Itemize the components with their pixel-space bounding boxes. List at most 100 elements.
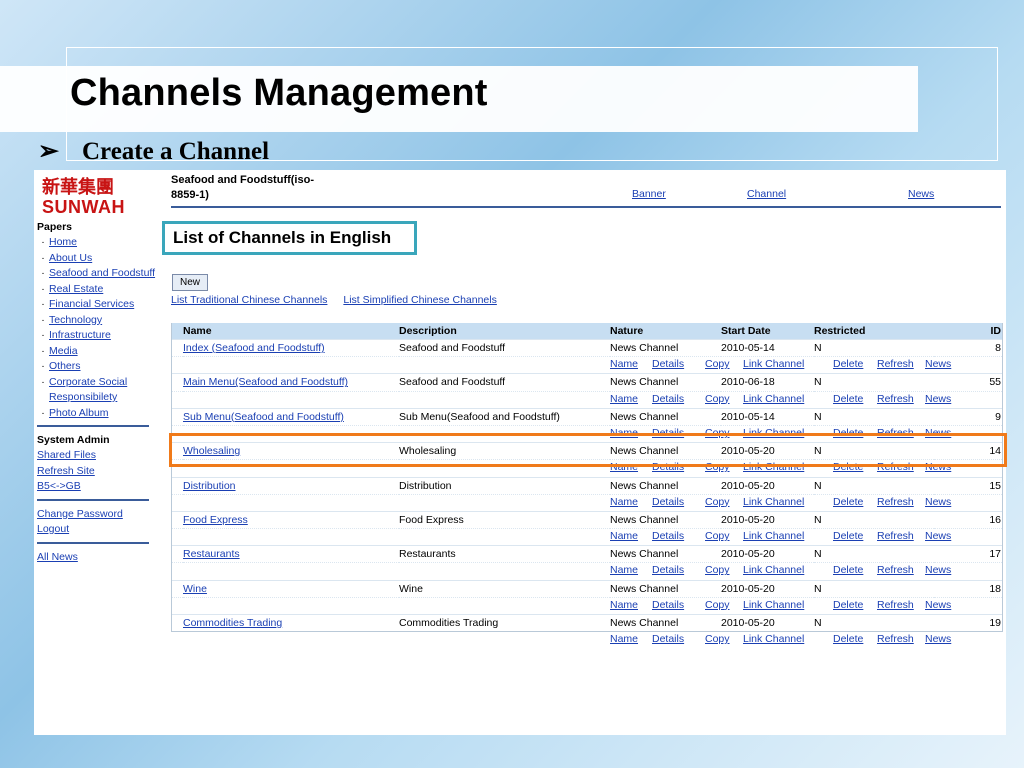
action-name-link[interactable]: Name xyxy=(610,496,638,508)
new-channel-button[interactable]: New xyxy=(172,274,208,291)
channel-name-link[interactable]: Sub Menu(Seafood and Foodstuff) xyxy=(183,411,344,423)
action-link-channel-link[interactable]: Link Channel xyxy=(743,599,804,611)
action-refresh-link[interactable]: Refresh xyxy=(877,461,914,473)
admin-link[interactable]: B5<->GB xyxy=(37,480,81,492)
action-link-channel-link[interactable]: Link Channel xyxy=(743,496,804,508)
channel-name-link[interactable]: Distribution xyxy=(183,480,236,492)
action-news-link[interactable]: News xyxy=(925,393,951,405)
action-details-link[interactable]: Details xyxy=(652,393,684,405)
action-name-link[interactable]: Name xyxy=(610,461,638,473)
action-news-link[interactable]: News xyxy=(925,427,951,439)
sidebar-link[interactable]: Real Estate xyxy=(49,283,103,295)
action-copy-link[interactable]: Copy xyxy=(705,564,730,576)
account-link[interactable]: Change Password xyxy=(37,508,123,520)
action-delete-link[interactable]: Delete xyxy=(833,393,863,405)
account-link[interactable]: Logout xyxy=(37,523,69,535)
action-details-link[interactable]: Details xyxy=(652,427,684,439)
action-delete-link[interactable]: Delete xyxy=(833,564,863,576)
all-news-link[interactable]: All News xyxy=(37,551,78,563)
action-refresh-link[interactable]: Refresh xyxy=(877,530,914,542)
list-traditional-chinese-link[interactable]: List Traditional Chinese Channels xyxy=(171,294,327,306)
action-delete-link[interactable]: Delete xyxy=(833,530,863,542)
action-name-link[interactable]: Name xyxy=(610,530,638,542)
admin-link[interactable]: Refresh Site xyxy=(37,465,95,477)
action-news-link[interactable]: News xyxy=(925,633,951,645)
channel-name-link[interactable]: Commodities Trading xyxy=(183,617,282,629)
channel-name-link[interactable]: Index (Seafood and Foodstuff) xyxy=(183,342,325,354)
action-refresh-link[interactable]: Refresh xyxy=(877,427,914,439)
sidebar-link[interactable]: Seafood and Foodstuff xyxy=(49,267,155,279)
action-copy-link[interactable]: Copy xyxy=(705,530,730,542)
action-name-link[interactable]: Name xyxy=(610,427,638,439)
action-news-link[interactable]: News xyxy=(925,358,951,370)
cell-nature: News Channel xyxy=(610,579,721,598)
sidebar-link[interactable]: Home xyxy=(49,236,77,248)
action-delete-link[interactable]: Delete xyxy=(833,461,863,473)
action-news-link[interactable]: News xyxy=(925,599,951,611)
action-link-channel-link[interactable]: Link Channel xyxy=(743,461,804,473)
bullet-dot-icon: · xyxy=(41,251,45,264)
cell-nature: News Channel xyxy=(610,613,721,632)
action-link-channel-link[interactable]: Link Channel xyxy=(743,393,804,405)
action-name-link[interactable]: Name xyxy=(610,599,638,611)
channel-name-link[interactable]: Wine xyxy=(183,583,207,595)
action-refresh-link[interactable]: Refresh xyxy=(877,393,914,405)
action-copy-link[interactable]: Copy xyxy=(705,496,730,508)
action-copy-link[interactable]: Copy xyxy=(705,393,730,405)
action-delete-link[interactable]: Delete xyxy=(833,633,863,645)
action-news-link[interactable]: News xyxy=(925,461,951,473)
sidebar-link[interactable]: Media xyxy=(49,345,78,357)
action-details-link[interactable]: Details xyxy=(652,564,684,576)
action-name-link[interactable]: Name xyxy=(610,393,638,405)
action-refresh-link[interactable]: Refresh xyxy=(877,599,914,611)
action-news-link[interactable]: News xyxy=(925,530,951,542)
action-copy-link[interactable]: Copy xyxy=(705,358,730,370)
action-details-link[interactable]: Details xyxy=(652,461,684,473)
action-copy-link[interactable]: Copy xyxy=(705,461,730,473)
sidebar-link[interactable]: Corporate Social Responsibilety xyxy=(49,376,127,404)
action-copy-link[interactable]: Copy xyxy=(705,633,730,645)
action-refresh-link[interactable]: Refresh xyxy=(877,564,914,576)
action-link-channel-link[interactable]: Link Channel xyxy=(743,633,804,645)
channel-name-link[interactable]: Wholesaling xyxy=(183,445,240,457)
sidebar-link[interactable]: Others xyxy=(49,360,81,372)
action-link-channel-link[interactable]: Link Channel xyxy=(743,358,804,370)
cell-name: Distribution xyxy=(183,476,399,495)
sidebar-link[interactable]: Technology xyxy=(49,314,102,326)
action-copy-link[interactable]: Copy xyxy=(705,427,730,439)
list-simplified-chinese-link[interactable]: List Simplified Chinese Channels xyxy=(343,294,497,306)
action-name-link[interactable]: Name xyxy=(610,633,638,645)
action-link-channel-link[interactable]: Link Channel xyxy=(743,427,804,439)
action-details-link[interactable]: Details xyxy=(652,530,684,542)
action-details-link[interactable]: Details xyxy=(652,633,684,645)
action-refresh-link[interactable]: Refresh xyxy=(877,496,914,508)
action-news-link[interactable]: News xyxy=(925,564,951,576)
action-news-link[interactable]: News xyxy=(925,496,951,508)
action-details-link[interactable]: Details xyxy=(652,599,684,611)
channel-name-link[interactable]: Restaurants xyxy=(183,548,240,560)
action-refresh-link[interactable]: Refresh xyxy=(877,633,914,645)
action-name-link[interactable]: Name xyxy=(610,564,638,576)
action-link-channel-link[interactable]: Link Channel xyxy=(743,564,804,576)
channel-link[interactable]: Channel xyxy=(747,188,786,200)
sidebar-link[interactable]: Infrastructure xyxy=(49,329,111,341)
action-details-link[interactable]: Details xyxy=(652,358,684,370)
action-delete-link[interactable]: Delete xyxy=(833,427,863,439)
sidebar-link[interactable]: Financial Services xyxy=(49,298,134,310)
news-link[interactable]: News xyxy=(908,188,934,200)
sidebar-link[interactable]: Photo Album xyxy=(49,407,109,419)
action-delete-link[interactable]: Delete xyxy=(833,599,863,611)
channel-name-link[interactable]: Food Express xyxy=(183,514,248,526)
action-details-link[interactable]: Details xyxy=(652,496,684,508)
banner-link[interactable]: Banner xyxy=(632,188,666,200)
sidebar-link[interactable]: About Us xyxy=(49,252,92,264)
action-delete-link[interactable]: Delete xyxy=(833,496,863,508)
table-row: Restaurants Restaurants News Channel 2010-0… xyxy=(171,545,1002,563)
action-delete-link[interactable]: Delete xyxy=(833,358,863,370)
channel-name-link[interactable]: Main Menu(Seafood and Foodstuff) xyxy=(183,376,348,388)
action-link-channel-link[interactable]: Link Channel xyxy=(743,530,804,542)
action-name-link[interactable]: Name xyxy=(610,358,638,370)
action-copy-link[interactable]: Copy xyxy=(705,599,730,611)
action-refresh-link[interactable]: Refresh xyxy=(877,358,914,370)
admin-link[interactable]: Shared Files xyxy=(37,449,96,461)
